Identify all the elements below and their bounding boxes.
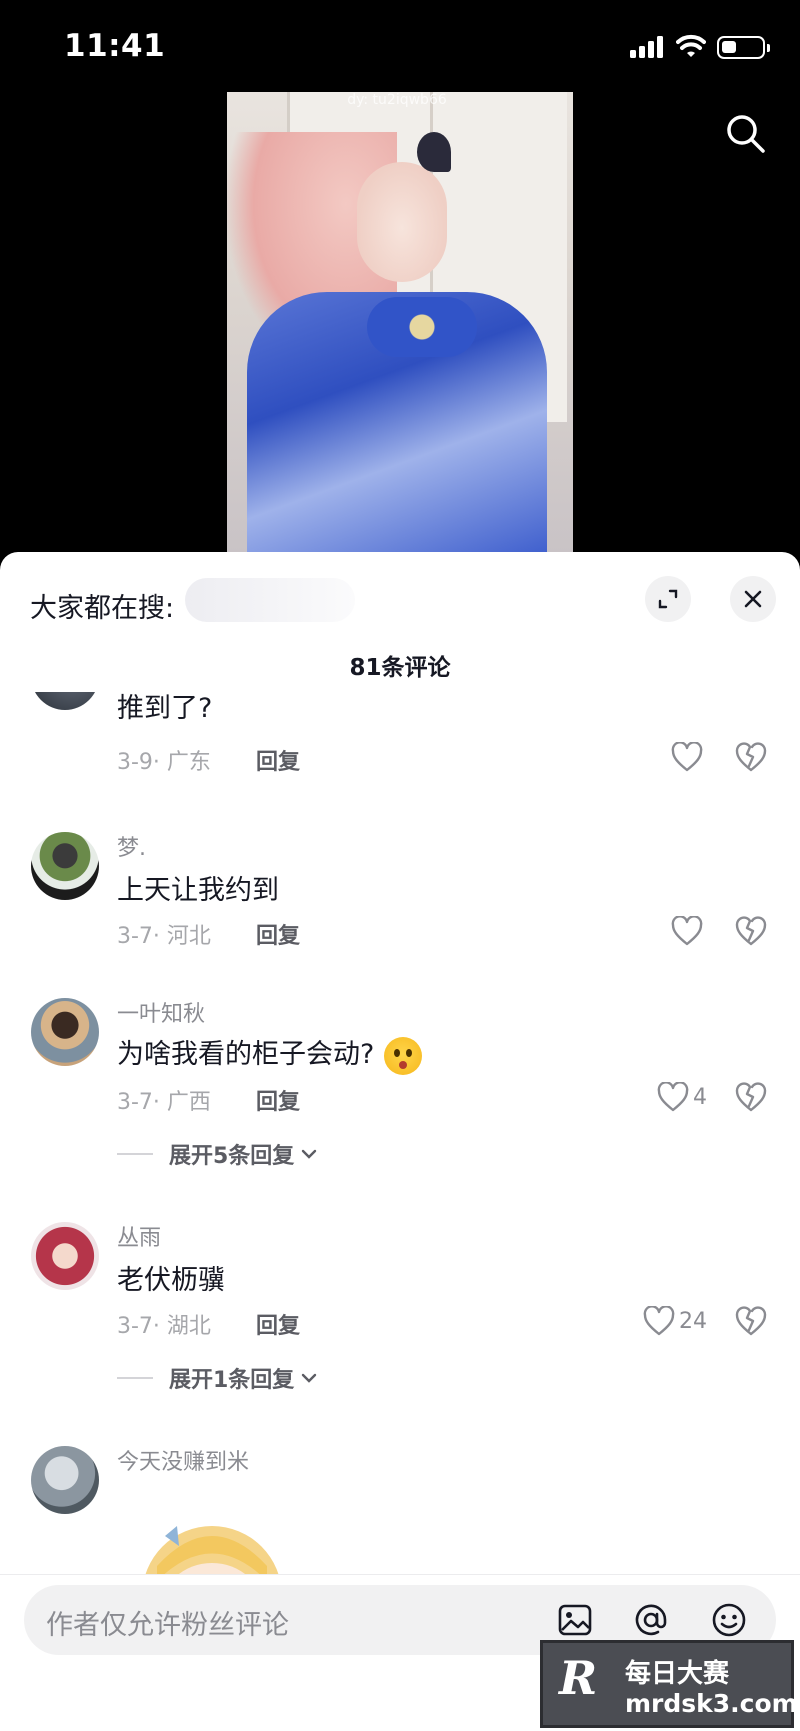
comment-meta: 3-7· 广西 [117, 1090, 211, 1115]
status-time: 11:41 [64, 28, 166, 64]
comment-meta: 3-7· 湖北 [117, 1314, 211, 1339]
watermark-name: 每日大赛 [625, 1659, 730, 1689]
comment-username[interactable]: 梦. [117, 830, 146, 862]
trending-search-label[interactable]: 大家都在搜: [30, 586, 174, 625]
wifi-icon [676, 34, 706, 57]
heart-icon [671, 916, 703, 946]
expand-sheet-button[interactable] [645, 576, 691, 622]
close-sheet-button[interactable] [730, 576, 776, 622]
battery-icon [717, 36, 770, 59]
site-watermark-logo: R 每日大赛 mrdsk3.com [540, 1640, 798, 1728]
image-icon[interactable] [556, 1601, 594, 1639]
heart-icon [671, 742, 703, 772]
reply-button[interactable]: 回复 [256, 1308, 300, 1340]
shocked-emoji-icon [384, 1036, 423, 1075]
like-count: 4 [693, 1084, 707, 1110]
comment-text: 推到了? [117, 693, 213, 724]
status-bar: 11:41 [0, 0, 800, 96]
comment-count-title: 81条评论 [349, 655, 451, 681]
emoji-icon[interactable] [710, 1601, 748, 1639]
cellular-signal-icon [630, 36, 666, 58]
comment-meta: 3-9· 广东 [117, 750, 211, 775]
like-button[interactable] [637, 914, 707, 948]
comment-meta: 3-7· 河北 [117, 924, 211, 949]
comment-text: 为啥我看的柜子会动? [117, 1032, 423, 1075]
avatar[interactable] [31, 1446, 99, 1514]
video-watermark: dy: tu2iqwb66 [347, 92, 447, 108]
chevron-down-icon [302, 1373, 317, 1383]
broken-heart-icon[interactable] [734, 914, 768, 948]
heart-icon [643, 1306, 675, 1336]
comment-username[interactable]: 一叶知秋 [117, 996, 205, 1028]
reply-button[interactable]: 回复 [256, 918, 300, 950]
broken-heart-icon[interactable] [734, 1304, 768, 1338]
reply-button[interactable]: 回复 [256, 744, 300, 776]
comment-text: 老伏枥骥 [117, 1265, 225, 1296]
expand-replies-button[interactable]: 展开5条回复 [117, 1138, 318, 1170]
comment-input-placeholder: 作者仅允许粉丝评论 [46, 1610, 289, 1641]
comment-sheet: 大家都在搜: 81条评论 推到了? 3-9· 广东 回复 梦. 上天让我约到 3… [0, 552, 800, 1731]
mention-icon[interactable] [632, 1601, 670, 1639]
expand-icon [658, 589, 678, 609]
comment-username[interactable]: 今天没赚到米 [117, 1444, 249, 1476]
search-icon[interactable] [724, 112, 766, 154]
avatar[interactable] [31, 998, 99, 1066]
broken-heart-icon[interactable] [734, 1080, 768, 1114]
reply-button[interactable]: 回复 [256, 1084, 300, 1116]
like-button[interactable]: 4 [637, 1080, 707, 1114]
heart-icon [657, 1082, 689, 1112]
comment-text: 上天让我约到 [117, 875, 279, 906]
like-button[interactable] [637, 740, 707, 774]
like-button[interactable]: 24 [617, 1304, 707, 1338]
watermark-domain: mrdsk3.com [625, 1689, 798, 1718]
avatar[interactable] [31, 1222, 99, 1290]
video-player[interactable]: dy: tu2iqwb66 [227, 92, 573, 554]
broken-heart-icon[interactable] [734, 740, 768, 774]
chevron-down-icon [302, 1149, 317, 1159]
trending-search-term-blurred[interactable] [185, 578, 355, 622]
avatar[interactable] [31, 692, 99, 710]
expand-replies-button[interactable]: 展开1条回复 [117, 1362, 318, 1394]
comment-username[interactable]: 丛雨 [117, 1220, 161, 1252]
avatar[interactable] [31, 832, 99, 900]
like-count: 24 [679, 1308, 707, 1334]
close-icon [744, 590, 762, 608]
comment-list[interactable]: 推到了? 3-9· 广东 回复 梦. 上天让我约到 3-7· 河北 回复 一叶知… [0, 692, 800, 1632]
